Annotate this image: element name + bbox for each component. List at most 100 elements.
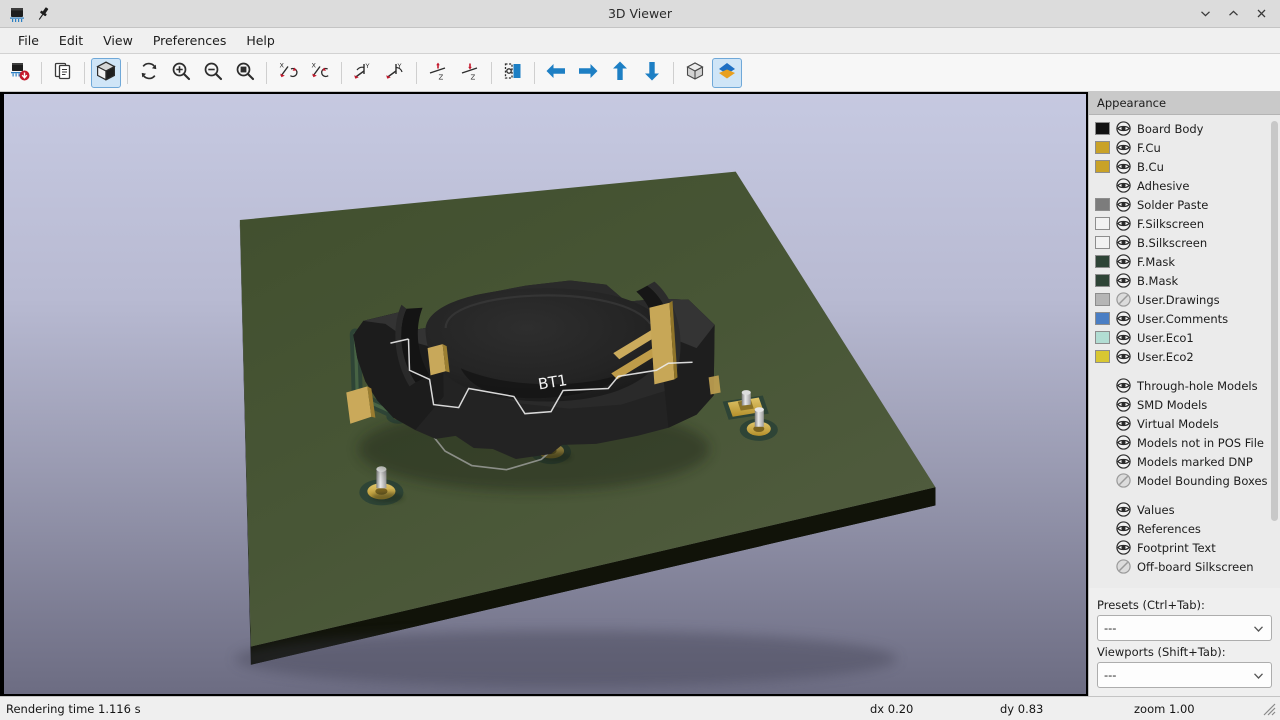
layer-color-swatch[interactable] — [1095, 141, 1110, 154]
render-realistic-button[interactable] — [91, 57, 121, 88]
eye-icon[interactable] — [1116, 311, 1131, 326]
move-down-button[interactable] — [637, 58, 667, 88]
toggle-models-marked-dnp[interactable]: Models marked DNP — [1089, 452, 1280, 471]
3d-viewport[interactable]: BT1 — [4, 94, 1086, 694]
rotate-x-counterclockwise-button[interactable]: X — [305, 58, 335, 88]
eye-icon[interactable] — [1116, 140, 1131, 155]
appearance-scrollbar-thumb[interactable] — [1271, 121, 1278, 521]
eye-icon[interactable] — [1116, 454, 1131, 469]
rotate-y-counterclockwise-button[interactable]: Y — [380, 58, 410, 88]
layer-board-body[interactable]: Board Body — [1089, 119, 1280, 138]
eye-icon[interactable] — [1116, 197, 1131, 212]
copy-to-clipboard-button[interactable] — [48, 58, 78, 88]
eye-hidden-icon[interactable] — [1116, 559, 1131, 574]
eye-icon[interactable] — [1116, 330, 1131, 345]
toggle-off-board-silkscreen[interactable]: Off-board Silkscreen — [1089, 557, 1280, 576]
eye-icon[interactable] — [1116, 178, 1131, 193]
resize-grip[interactable] — [1262, 702, 1276, 716]
layer-color-swatch[interactable] — [1095, 160, 1110, 173]
layer-color-swatch[interactable] — [1095, 274, 1110, 287]
toggle-raytracing-button[interactable] — [712, 57, 742, 88]
rotate-x-clockwise-button[interactable]: X — [273, 58, 303, 88]
appearance-list[interactable]: Board Body F.Cu B.Cu Adhesive Solder Paste F.… — [1089, 115, 1280, 588]
toggle-orthographic-button[interactable] — [680, 58, 710, 88]
eye-icon[interactable] — [1116, 121, 1131, 136]
menu-edit[interactable]: Edit — [49, 30, 93, 51]
rotate-z-clockwise-button[interactable]: Z — [423, 58, 453, 88]
eye-hidden-icon[interactable] — [1116, 292, 1131, 307]
layer-swatch-spacer — [1095, 560, 1110, 573]
viewports-combobox[interactable]: --- — [1097, 662, 1272, 688]
eye-icon[interactable] — [1116, 540, 1131, 555]
layer-label: B.Mask — [1137, 273, 1179, 288]
layer-color-swatch[interactable] — [1095, 198, 1110, 211]
layer-b-mask[interactable]: B.Mask — [1089, 271, 1280, 290]
move-left-button[interactable] — [541, 58, 571, 88]
layer-solder-paste[interactable]: Solder Paste — [1089, 195, 1280, 214]
layer-color-swatch[interactable] — [1095, 122, 1110, 135]
zoom-in-button[interactable] — [166, 58, 196, 88]
layer-b-cu[interactable]: B.Cu — [1089, 157, 1280, 176]
layer-user-eco2[interactable]: User.Eco2 — [1089, 347, 1280, 366]
eye-icon[interactable] — [1116, 521, 1131, 536]
layer-color-swatch[interactable] — [1095, 236, 1110, 249]
eye-icon[interactable] — [1116, 254, 1131, 269]
eye-icon[interactable] — [1116, 273, 1131, 288]
eye-icon[interactable] — [1116, 378, 1131, 393]
rotate-y-clockwise-button[interactable]: Y — [348, 58, 378, 88]
eye-icon[interactable] — [1116, 416, 1131, 431]
minimize-button[interactable] — [1192, 1, 1218, 27]
eye-icon[interactable] — [1116, 435, 1131, 450]
toolbar-separator — [127, 61, 128, 84]
move-right-button[interactable] — [573, 58, 603, 88]
menu-file[interactable]: File — [8, 30, 49, 51]
toggle-values[interactable]: Values — [1089, 500, 1280, 519]
zoom-fit-button[interactable] — [230, 58, 260, 88]
menu-help[interactable]: Help — [236, 30, 285, 51]
toggle-footprint-text[interactable]: Footprint Text — [1089, 538, 1280, 557]
eye-icon[interactable] — [1116, 502, 1131, 517]
layer-color-swatch[interactable] — [1095, 217, 1110, 230]
3d-scene[interactable]: BT1 — [4, 94, 1086, 694]
eye-icon[interactable] — [1116, 349, 1131, 364]
layer-adhesive[interactable]: Adhesive — [1089, 176, 1280, 195]
menu-preferences[interactable]: Preferences — [143, 30, 237, 51]
toggle-virtual-models[interactable]: Virtual Models — [1089, 414, 1280, 433]
toggle-through-hole-models[interactable]: Through-hole Models — [1089, 376, 1280, 395]
reload-board-button[interactable] — [5, 58, 35, 88]
toggle-models-not-in-pos-file[interactable]: Models not in POS File — [1089, 433, 1280, 452]
toggle-references[interactable]: References — [1089, 519, 1280, 538]
eye-icon[interactable] — [1116, 159, 1131, 174]
move-up-button[interactable] — [605, 58, 635, 88]
layer-user-comments[interactable]: User.Comments — [1089, 309, 1280, 328]
layer-color-swatch[interactable] — [1095, 255, 1110, 268]
layer-color-swatch[interactable] — [1095, 350, 1110, 363]
menu-view[interactable]: View — [93, 30, 143, 51]
layer-f-mask[interactable]: F.Mask — [1089, 252, 1280, 271]
eye-icon[interactable] — [1116, 235, 1131, 250]
layer-b-silkscreen[interactable]: B.Silkscreen — [1089, 233, 1280, 252]
flip-board-button[interactable] — [498, 58, 528, 88]
eye-hidden-icon[interactable] — [1116, 473, 1131, 488]
zoom-out-button[interactable] — [198, 58, 228, 88]
arrow-left-icon — [544, 59, 568, 87]
toggle-smd-models[interactable]: SMD Models — [1089, 395, 1280, 414]
layer-color-swatch[interactable] — [1095, 293, 1110, 306]
window-controls — [1192, 1, 1280, 27]
maximize-button[interactable] — [1220, 1, 1246, 27]
refresh-button[interactable] — [134, 58, 164, 88]
layer-color-swatch[interactable] — [1095, 331, 1110, 344]
toggle-model-bounding-boxes[interactable]: Model Bounding Boxes — [1089, 471, 1280, 490]
rotate-z-counterclockwise-button[interactable]: Z — [455, 58, 485, 88]
presets-combobox[interactable]: --- — [1097, 615, 1272, 641]
eye-icon[interactable] — [1116, 216, 1131, 231]
layer-f-cu[interactable]: F.Cu — [1089, 138, 1280, 157]
eye-icon[interactable] — [1116, 397, 1131, 412]
pin-icon[interactable] — [34, 5, 52, 23]
layer-user-drawings[interactable]: User.Drawings — [1089, 290, 1280, 309]
layer-color-swatch[interactable] — [1095, 312, 1110, 325]
presets-label: Presets (Ctrl+Tab): — [1097, 598, 1205, 612]
layer-user-eco1[interactable]: User.Eco1 — [1089, 328, 1280, 347]
close-button[interactable] — [1248, 1, 1274, 27]
layer-f-silkscreen[interactable]: F.Silkscreen — [1089, 214, 1280, 233]
